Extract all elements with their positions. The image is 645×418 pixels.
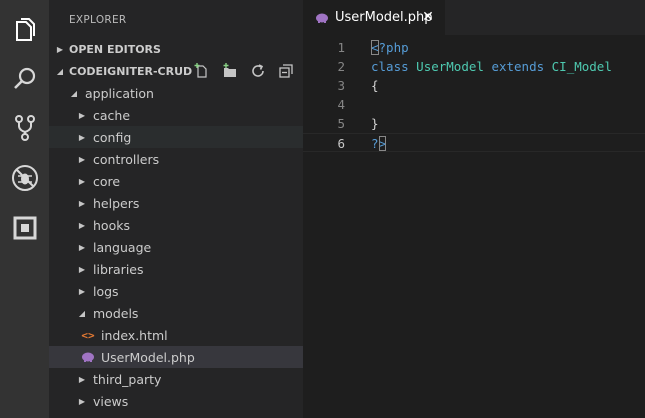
chevron-right-icon: ▶ — [78, 220, 86, 230]
chevron-down-icon: ◢ — [70, 88, 78, 98]
debug-icon[interactable] — [9, 162, 40, 193]
source-control-icon[interactable] — [9, 112, 40, 143]
chevron-right-icon: ▶ — [78, 132, 86, 142]
tree-item-label: hooks — [93, 217, 130, 233]
chevron-right-icon: ▶ — [78, 396, 86, 406]
chevron-right-icon: ▶ — [78, 286, 86, 296]
chevron-right-icon: ▶ — [56, 44, 64, 54]
tree-folder-third-party[interactable]: ▶ third_party — [49, 368, 303, 390]
tree-folder-hooks[interactable]: ▶ hooks — [49, 214, 303, 236]
explorer-title: EXPLORER — [69, 14, 127, 26]
project-label: CODEIGNITER-CRUD — [69, 64, 193, 78]
tree-item-label: libraries — [93, 261, 144, 277]
tree-file-usermodel-php[interactable]: UserModel.php — [49, 346, 303, 368]
tree-item-label: views — [93, 393, 129, 409]
code-text: class UserModel extends CI_Model — [371, 59, 612, 74]
tab-usermodel[interactable]: UserModel.php ✕ — [303, 0, 445, 35]
tree-folder-models[interactable]: ◢ models — [49, 302, 303, 324]
php-icon — [81, 351, 95, 363]
line-number: 4 — [337, 97, 345, 112]
tree-folder-views[interactable]: ▶ views — [49, 390, 303, 412]
chevron-down-icon: ◢ — [56, 66, 64, 76]
line-number: 2 — [337, 59, 345, 74]
chevron-right-icon: ▶ — [78, 264, 86, 274]
tab-label: UserModel.php — [335, 10, 433, 25]
tree-item-label: language — [93, 239, 152, 255]
tree-item-label: config — [93, 129, 132, 145]
chevron-right-icon: ▶ — [78, 154, 86, 164]
explorer-toolbar — [193, 60, 295, 82]
tree-folder-language[interactable]: ▶ language — [49, 236, 303, 258]
activity-bar — [0, 0, 49, 418]
chevron-right-icon: ▶ — [78, 110, 86, 120]
refresh-icon[interactable] — [249, 62, 267, 80]
tree-folder-helpers[interactable]: ▶ helpers — [49, 192, 303, 214]
tree-item-label: cache — [93, 107, 131, 123]
search-icon[interactable] — [9, 62, 40, 93]
tree-folder-config[interactable]: ▶ config — [49, 126, 303, 148]
chevron-right-icon: ▶ — [78, 374, 86, 384]
code-line: 2 class UserModel extends CI_Model — [303, 57, 645, 76]
files-icon[interactable] — [9, 14, 40, 45]
code-text: <?php — [371, 40, 409, 55]
close-icon[interactable]: ✕ — [419, 8, 437, 26]
code-text: { — [371, 78, 379, 93]
tree-folder-controllers[interactable]: ▶ controllers — [49, 148, 303, 170]
project-section[interactable]: ◢ CODEIGNITER-CRUD — [49, 60, 303, 82]
tree-item-label: core — [93, 173, 121, 189]
tree-item-label: models — [93, 305, 139, 321]
line-number: 1 — [337, 40, 345, 55]
chevron-right-icon: ▶ — [78, 198, 86, 208]
code-line: 1 <?php — [303, 38, 645, 57]
line-number: 5 — [337, 116, 345, 131]
tree-item-label: controllers — [93, 151, 160, 167]
tree-item-label: UserModel.php — [101, 349, 195, 365]
tree-folder-core[interactable]: ▶ core — [49, 170, 303, 192]
chevron-right-icon: ▶ — [78, 176, 86, 186]
tree-item-label: helpers — [93, 195, 140, 211]
html-icon: <> — [81, 328, 95, 342]
tree-item-label: third_party — [93, 371, 162, 387]
code-line: 5 } — [303, 114, 645, 133]
php-icon — [315, 12, 329, 24]
code-line: 4 — [303, 95, 645, 114]
tree-folder-application[interactable]: ◢ application — [49, 82, 303, 104]
line-number: 3 — [337, 78, 345, 93]
open-editors-section[interactable]: ▶ OPEN EDITORS — [49, 38, 303, 60]
collapse-all-icon[interactable] — [277, 62, 295, 80]
tree-folder-libraries[interactable]: ▶ libraries — [49, 258, 303, 280]
code-text: } — [371, 116, 379, 131]
chevron-down-icon: ◢ — [78, 308, 86, 318]
explorer-sidebar: EXPLORER ▶ OPEN EDITORS ◢ CODEIGNITER-CR… — [49, 0, 303, 418]
tree-item-label: logs — [93, 283, 119, 299]
current-code-line: 6 ?> — [303, 133, 645, 152]
tree-item-label: index.html — [101, 327, 168, 343]
line-number: 6 — [337, 136, 345, 151]
code-editor[interactable]: 1 <?php 2 class UserModel extends CI_Mod… — [303, 35, 645, 418]
chevron-right-icon: ▶ — [78, 242, 86, 252]
tree-folder-logs[interactable]: ▶ logs — [49, 280, 303, 302]
open-editors-label: OPEN EDITORS — [69, 42, 161, 56]
code-text: ?> — [371, 136, 387, 151]
tree-item-label: application — [85, 85, 154, 101]
tree-folder-cache[interactable]: ▶ cache — [49, 104, 303, 126]
tab-bar: UserModel.php ✕ — [303, 0, 645, 35]
tree-file-index-html[interactable]: <> index.html — [49, 324, 303, 346]
extensions-icon[interactable] — [9, 212, 40, 243]
new-file-icon[interactable] — [193, 62, 211, 80]
new-folder-icon[interactable] — [221, 62, 239, 80]
code-line: 3 { — [303, 76, 645, 95]
